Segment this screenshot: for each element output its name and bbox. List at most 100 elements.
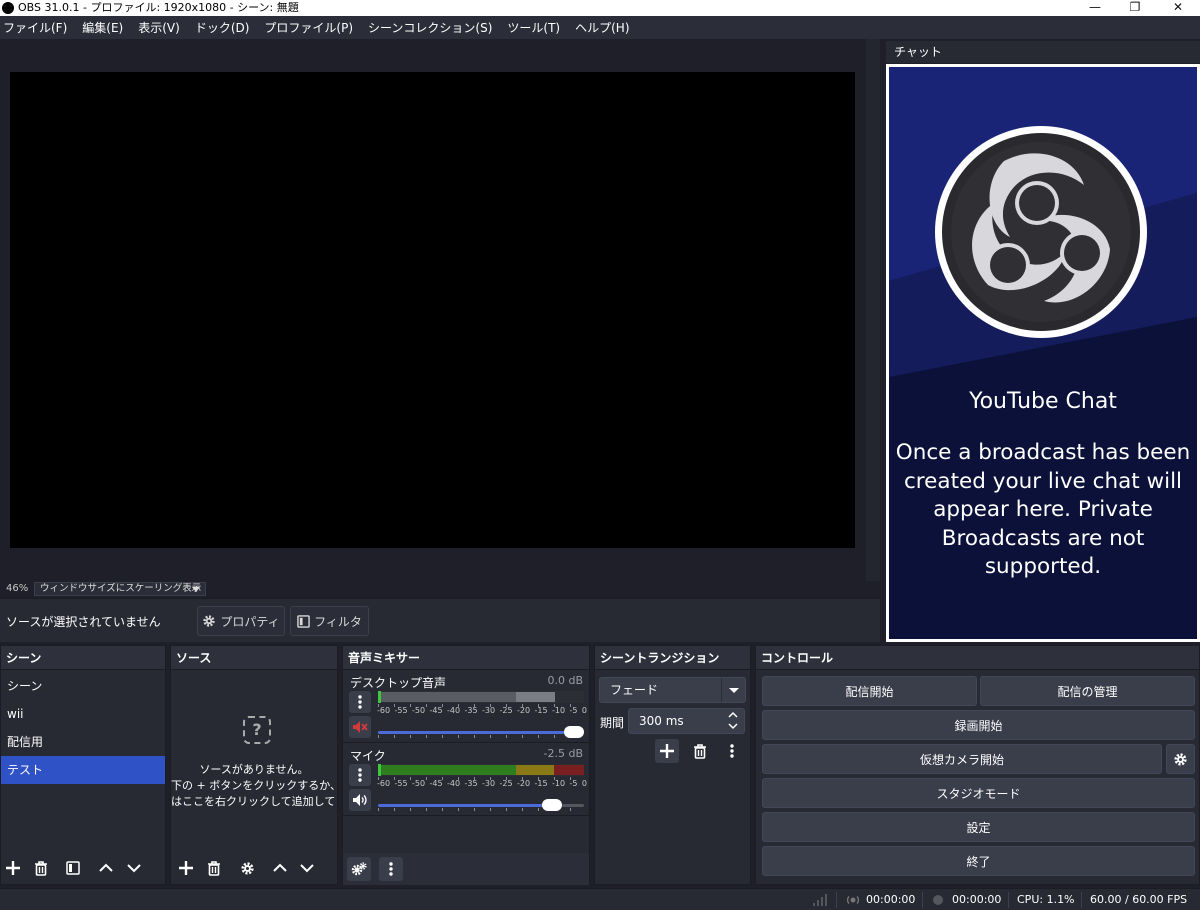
add-source-button[interactable] <box>174 856 198 880</box>
scenes-dock: シーン シーン wii 配信用 テスト <box>0 645 166 885</box>
add-scene-button[interactable] <box>1 856 25 880</box>
menu-file[interactable]: ファイル(F) <box>3 19 67 36</box>
meter-tick-label: -30 <box>482 779 496 788</box>
duration-spinbox[interactable]: 300 ms <box>628 708 745 734</box>
preview-vertical-scrollbar[interactable] <box>866 39 880 581</box>
close-button[interactable]: ✕ <box>1158 0 1198 16</box>
preview-canvas[interactable] <box>10 72 855 548</box>
mixer-channel-desktop: デスクトップ音声 0.0 dB -60 -55 -50 -45 -40 -35 -30 -25… <box>343 671 589 743</box>
move-scene-down-button[interactable] <box>122 856 146 880</box>
meter-tick-label: -55 <box>394 779 408 788</box>
meter-tick-label: -50 <box>412 779 426 788</box>
scene-item[interactable]: 配信用 <box>1 728 165 756</box>
properties-button[interactable]: プロパティ <box>197 606 285 636</box>
menu-tools[interactable]: ツール(T) <box>507 19 560 36</box>
channel-menu-button[interactable] <box>349 691 371 713</box>
audio-mixer-title: 音声ミキサー <box>343 646 589 670</box>
speaker-icon <box>353 794 367 806</box>
settings-button[interactable]: 設定 <box>762 812 1195 842</box>
meter-tick-label: -35 <box>464 779 478 788</box>
meter-tick-label: -40 <box>447 706 461 715</box>
chevron-down-icon <box>729 688 739 693</box>
virtual-camera-settings-button[interactable] <box>1166 744 1195 774</box>
channel-db: -2.5 dB <box>543 747 584 760</box>
channel-db: 0.0 dB <box>547 674 583 687</box>
chevron-down-icon <box>192 587 200 592</box>
scene-item[interactable]: wii <box>1 700 165 728</box>
menu-docks[interactable]: ドック(D) <box>195 19 250 36</box>
mute-toggle[interactable] <box>349 716 371 738</box>
scaling-mode-select[interactable]: ウィンドウサイズにスケーリング表示 <box>34 582 206 596</box>
kebab-menu-icon <box>389 862 393 876</box>
start-recording-button[interactable]: 録画開始 <box>762 710 1195 740</box>
meter-tick-label: -60 <box>377 706 391 715</box>
transition-select[interactable]: フェード <box>599 677 746 703</box>
fps-counter: 60.00 / 60.00 FPS <box>1090 893 1188 906</box>
plus-icon <box>179 861 193 875</box>
sources-dock-title: ソース <box>171 646 337 670</box>
exit-button[interactable]: 終了 <box>762 846 1195 876</box>
remove-source-button[interactable] <box>202 856 226 880</box>
move-scene-up-button[interactable] <box>94 856 118 880</box>
start-virtual-camera-button[interactable]: 仮想カメラ開始 <box>762 744 1162 774</box>
minimize-button[interactable]: — <box>1075 0 1115 16</box>
scene-item[interactable]: シーン <box>1 672 165 700</box>
youtube-chat-panel: YouTube Chat Once a broadcast has been c… <box>886 64 1200 642</box>
mute-toggle[interactable] <box>349 789 371 811</box>
menu-help[interactable]: ヘルプ(H) <box>575 19 629 36</box>
menu-profile[interactable]: プロファイル(P) <box>264 19 353 36</box>
add-transition-button[interactable] <box>655 739 679 763</box>
slider-track-empty <box>562 804 584 807</box>
advanced-audio-button[interactable] <box>347 857 371 881</box>
gear-icon <box>240 861 254 875</box>
obs-window: OBS 31.0.1 - プロファイル: 1920x1080 - シーン: 無題… <box>0 0 1200 910</box>
meter-scale: -60 -55 -50 -45 -40 -35 -30 -25 -20 -15 -10 -5 0 <box>377 706 587 715</box>
restore-button[interactable]: ❐ <box>1115 0 1155 16</box>
scene-list: シーン wii 配信用 テスト <box>1 670 165 784</box>
meter-tick-label: -15 <box>534 779 548 788</box>
filters-button[interactable]: フィルタ <box>290 606 369 636</box>
start-streaming-button[interactable]: 配信開始 <box>762 676 977 706</box>
mixer-menu-button[interactable] <box>379 857 403 881</box>
status-bar: 00:00:00 00:00:00 CPU: 1.1% 60.00 / 60.0… <box>0 888 1200 910</box>
scene-item-selected[interactable]: テスト <box>1 756 165 784</box>
manage-broadcast-button[interactable]: 配信の管理 <box>980 676 1195 706</box>
duration-value: 300 ms <box>639 714 684 728</box>
slider-handle[interactable] <box>542 799 562 811</box>
kebab-menu-icon <box>358 695 362 709</box>
plus-icon <box>6 861 20 875</box>
remove-transition-button[interactable] <box>688 739 712 763</box>
transition-menu-button[interactable] <box>720 739 744 763</box>
filter-icon <box>66 861 80 875</box>
source-properties-button[interactable] <box>235 856 259 880</box>
move-source-down-button[interactable] <box>295 856 319 880</box>
menu-view[interactable]: 表示(V) <box>138 19 180 36</box>
move-source-up-button[interactable] <box>268 856 292 880</box>
stream-time: 00:00:00 <box>866 893 916 906</box>
stream-status-icon <box>846 889 860 910</box>
sources-empty-message[interactable]: ソースがありません。 下の + ボタンをクリックするか、 はここを右クリックして… <box>171 762 337 810</box>
channel-name: デスクトップ音声 <box>350 676 447 690</box>
menu-bar: ファイル(F) 編集(E) 表示(V) ドック(D) プロファイル(P) シーン… <box>0 16 1200 39</box>
no-source-label: ソースが選択されていません <box>6 615 161 629</box>
spin-arrows[interactable] <box>728 711 738 730</box>
obs-logo-icon <box>935 126 1147 338</box>
menu-scene-collection[interactable]: シーンコレクション(S) <box>368 19 492 36</box>
remove-scene-button[interactable] <box>29 856 53 880</box>
volume-slider[interactable] <box>378 798 584 812</box>
meter-tick-label: -10 <box>552 706 566 715</box>
menu-edit[interactable]: 編集(E) <box>82 19 123 36</box>
record-time: 00:00:00 <box>952 893 1002 906</box>
volume-slider[interactable] <box>378 725 584 739</box>
kebab-menu-icon <box>730 744 734 758</box>
scenes-dock-title: シーン <box>1 646 165 670</box>
channel-menu-button[interactable] <box>349 764 371 786</box>
controls-dock: コントロール 配信開始 配信の管理 録画開始 仮想カメラ開始 スタジオモード 設… <box>755 645 1200 885</box>
meter-tick-label: -20 <box>517 706 531 715</box>
slider-handle[interactable] <box>564 726 584 738</box>
scene-filters-button[interactable] <box>61 856 85 880</box>
mixer-channel-mic: マイク -2.5 dB -60 -55 -50 -45 -40 -35 -30 -25 -20-… <box>343 744 589 816</box>
chevron-up-icon <box>273 863 287 872</box>
duration-label: 期間 <box>600 716 625 730</box>
studio-mode-button[interactable]: スタジオモード <box>762 778 1195 808</box>
